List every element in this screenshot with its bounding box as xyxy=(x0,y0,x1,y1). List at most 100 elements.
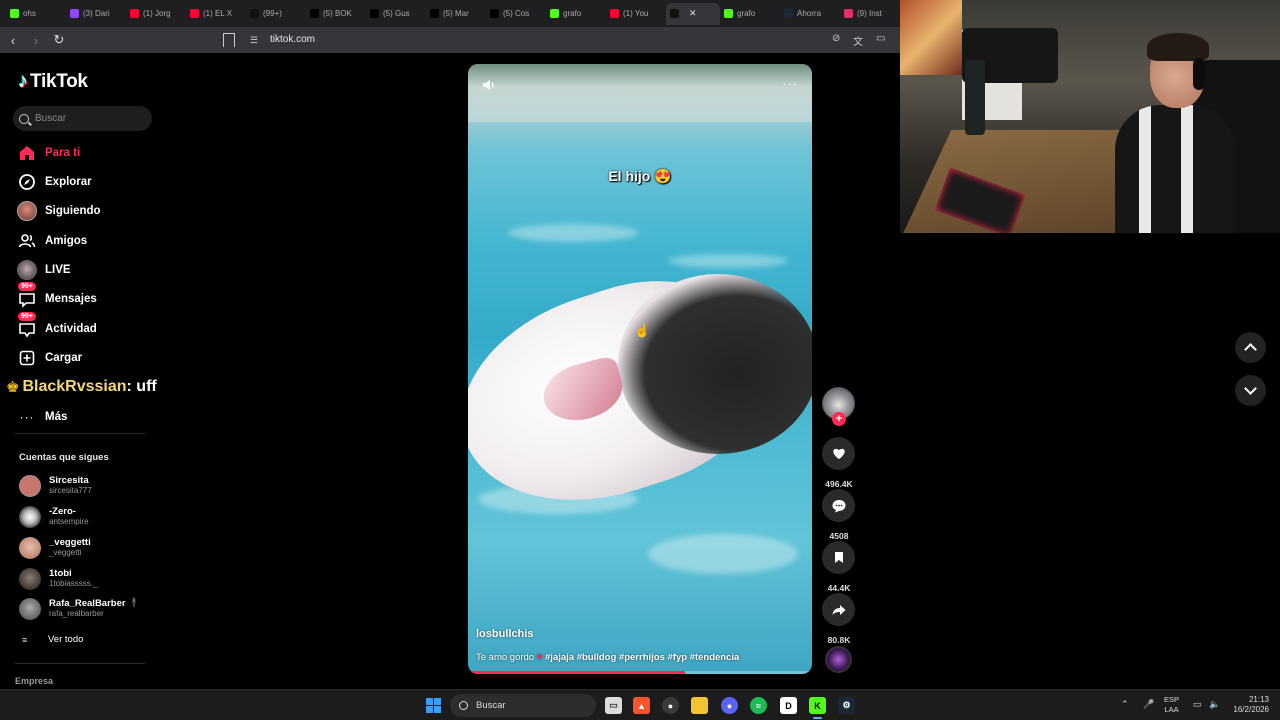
taskbar-search[interactable]: Buscar xyxy=(450,694,596,717)
account-username: rafa_realbarber xyxy=(49,609,104,618)
network-icon[interactable]: ▭ xyxy=(1193,699,1202,710)
browser-tab[interactable]: grafo xyxy=(720,3,780,25)
volume-tray-icon[interactable]: 🔈 xyxy=(1209,699,1220,710)
browser-tab[interactable]: (1) EL X xyxy=(186,3,246,25)
x-icon xyxy=(370,9,379,18)
browser-tab[interactable]: (9) Inst xyxy=(840,3,900,25)
webcam-overlay xyxy=(900,0,1280,233)
lang-bottom: LAA xyxy=(1164,705,1179,714)
like-count: 496.4K xyxy=(825,479,853,489)
tray-chevron-up-icon[interactable]: ⌃ xyxy=(1121,699,1129,710)
nav-item-actividad[interactable]: 99+ Actividad xyxy=(16,312,97,341)
account-item[interactable]: Sircesita sircesita777 xyxy=(19,475,92,497)
comment-action[interactable]: 4508 xyxy=(822,489,855,541)
steam-icon[interactable]: ⚙ xyxy=(838,697,855,714)
video-progress-bar[interactable] xyxy=(468,671,812,674)
save-action[interactable]: 44.4K xyxy=(822,541,855,593)
video-player[interactable]: ··· El hijo 😍 losbullchis Te amo gordo ♥… xyxy=(468,64,812,674)
tab-label: (5) Gus xyxy=(383,9,410,18)
heart-icon[interactable] xyxy=(822,437,855,470)
account-avatar xyxy=(19,475,41,497)
video-author[interactable]: losbullchis xyxy=(476,628,533,640)
site-settings-icon[interactable]: ☰ xyxy=(250,35,258,46)
clock-date: 16/2/2026 xyxy=(1233,705,1269,714)
nav-item-mensajes[interactable]: 99+ Mensajes xyxy=(16,282,97,311)
discord-icon[interactable]: ● xyxy=(721,697,738,714)
account-item[interactable]: -Zero-antsempire xyxy=(19,506,89,528)
share-icon[interactable] xyxy=(822,593,855,626)
see-all-link[interactable]: ≡ Ver todo xyxy=(22,634,83,645)
account-item[interactable]: 1tobi 1tobiasssss._ xyxy=(19,568,97,590)
account-item[interactable]: _veggetti _veggetti xyxy=(19,537,91,559)
nav-item-siguiendo[interactable]: Siguiendo xyxy=(16,199,101,223)
reload-icon[interactable]: ↻ xyxy=(49,32,69,48)
browser-tab[interactable]: (3) Dari xyxy=(66,3,126,25)
no-translate-icon[interactable]: ⊘ xyxy=(832,33,840,44)
bookmark-icon[interactable] xyxy=(822,541,855,574)
nav-item-explorar[interactable]: Explorar xyxy=(16,170,92,194)
browser-tab[interactable]: (5) Mar xyxy=(426,3,486,25)
bookmark-icon[interactable] xyxy=(223,33,235,47)
app-dc-icon[interactable]: D xyxy=(780,697,797,714)
close-tab-icon[interactable]: ✕ xyxy=(689,8,697,19)
previous-video-button[interactable] xyxy=(1235,332,1266,363)
nav-item-amigos[interactable]: Amigos xyxy=(16,229,87,253)
volume-icon[interactable] xyxy=(482,78,496,92)
back-icon[interactable]: ‹ xyxy=(3,33,23,48)
microphone-icon[interactable]: 🎤 xyxy=(1143,699,1154,710)
like-action[interactable]: 496.4K xyxy=(822,437,855,489)
tab-label: Ahorra xyxy=(797,9,822,18)
kick-icon xyxy=(10,9,19,18)
kick-icon[interactable]: K xyxy=(809,697,826,719)
forward-icon[interactable]: › xyxy=(26,33,46,48)
next-video-button[interactable] xyxy=(1235,375,1266,406)
browser-tab[interactable]: (5) Cos xyxy=(486,3,546,25)
kick-icon xyxy=(724,9,733,18)
browser-tab[interactable]: Ahorra xyxy=(780,3,840,25)
steam-icon xyxy=(784,9,793,18)
browser-tab[interactable]: (5) BOK xyxy=(306,3,366,25)
home-icon xyxy=(16,142,38,164)
water-ripple xyxy=(648,534,798,574)
tiktok-logo[interactable]: ♪ TikTok xyxy=(18,70,88,93)
task-view-icon[interactable]: ▭ xyxy=(605,697,622,714)
url-field[interactable]: tiktok.com xyxy=(270,34,315,45)
language-indicator[interactable]: ESP LAA xyxy=(1164,695,1179,715)
chat-message: uff xyxy=(136,378,157,395)
hashtags[interactable]: #jajaja #bulldog #perrhijos #fyp #tenden… xyxy=(545,652,739,663)
instagram-icon xyxy=(844,9,853,18)
obs-icon[interactable]: ● xyxy=(662,697,679,714)
brave-icon[interactable]: ▲ xyxy=(633,697,650,714)
nav-item-mas[interactable]: ··· Más xyxy=(16,405,68,429)
search-input[interactable] xyxy=(35,113,145,124)
more-options-icon[interactable]: ··· xyxy=(782,76,798,91)
clock[interactable]: 21:13 16/2/2026 xyxy=(1227,695,1269,715)
windows-start-icon[interactable] xyxy=(426,698,441,713)
follow-button[interactable]: + xyxy=(832,412,846,426)
cast-icon[interactable]: ▭ xyxy=(876,33,885,44)
share-action[interactable]: 80.8K xyxy=(822,593,855,645)
company-section-title: Empresa xyxy=(15,676,54,686)
search-box[interactable] xyxy=(13,106,152,131)
comment-icon[interactable] xyxy=(822,489,855,522)
nav-item-cargar[interactable]: Cargar xyxy=(16,346,82,370)
browser-tab[interactable]: ✕ xyxy=(666,2,720,25)
music-disc-icon[interactable] xyxy=(825,646,852,673)
kick-icon xyxy=(550,9,559,18)
nav-item-para-ti[interactable]: Para ti xyxy=(16,141,80,165)
browser-tab[interactable]: ohs xyxy=(6,3,66,25)
translate-icon[interactable]: 文 xyxy=(853,33,863,48)
browser-tab[interactable]: grafo xyxy=(546,3,606,25)
tab-label: (5) Cos xyxy=(503,9,530,18)
tab-label: grafo xyxy=(737,9,756,18)
following-accounts-title: Cuentas que sigues xyxy=(19,452,109,463)
headphones xyxy=(1193,58,1205,90)
nav-item-live[interactable]: LIVE xyxy=(16,258,71,282)
spotify-icon[interactable]: ≈ xyxy=(750,697,767,714)
browser-tab[interactable]: (1) You xyxy=(606,3,666,25)
browser-tab[interactable]: (99+) xyxy=(246,3,306,25)
account-item[interactable]: Rafa_RealBarber 🕴 rafa_realbarber xyxy=(19,598,140,620)
file-explorer-icon[interactable] xyxy=(691,697,708,714)
browser-tab[interactable]: (1) Jorg xyxy=(126,3,186,25)
browser-tab[interactable]: (5) Gus xyxy=(366,3,426,25)
